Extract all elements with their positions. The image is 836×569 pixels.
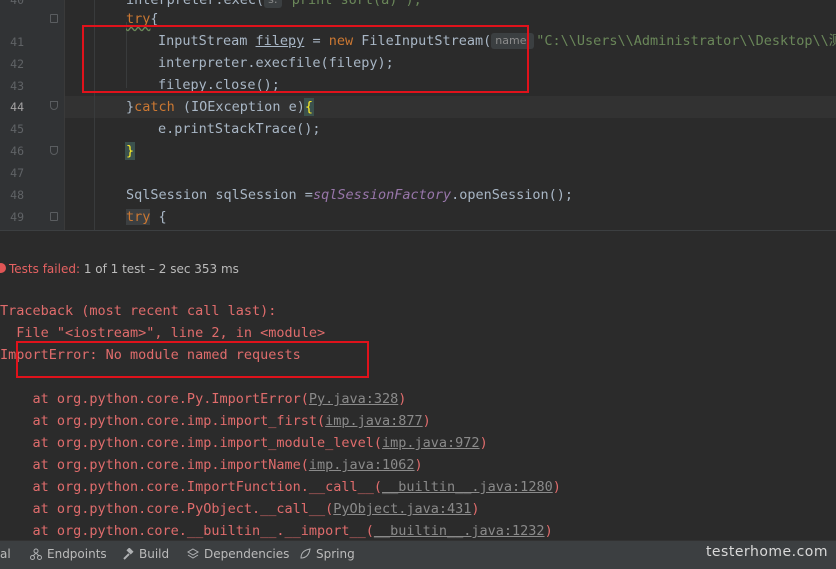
tool-window-bar: al Endpoints Build Dependencies Spring t… [0,540,836,569]
source-link[interactable]: Py.java:328 [309,391,398,407]
line-number: 48 [10,188,24,202]
fold-marker-icon[interactable] [50,146,58,155]
fold-marker-icon[interactable] [50,14,58,23]
line-number: 47 [10,166,24,180]
fold-marker-icon[interactable] [50,101,58,110]
source-link[interactable]: PyObject.java:431 [333,501,471,517]
test-status-bar: Tests failed: 1 of 1 test – 2 sec 353 ms [0,256,836,285]
line-number: 41 [10,35,24,49]
source-link[interactable]: imp.java:1062 [309,457,415,473]
code-editor[interactable]: 40 41 42 43 44 45 46 47 48 49 interprete… [0,0,836,230]
endpoints-icon [30,548,42,560]
line-number: 43 [10,79,24,93]
stack-frame: at org.python.core.Py.ImportError(Py.jav… [0,391,407,407]
line-number: 40 [10,0,24,7]
line-number: 45 [10,122,24,136]
fold-marker-icon[interactable] [50,212,58,221]
spring-leaf-icon [300,548,311,559]
source-link[interactable]: __builtin__.java:1280 [382,479,553,495]
code-line: }catch (IOException e){ [126,98,314,116]
stack-frame: at org.python.core.imp.import_module_lev… [0,435,488,451]
line-number: 42 [10,57,24,71]
code-line: try { [126,209,167,225]
tool-tab-build[interactable]: Build [122,547,169,561]
code-line: e.printStackTrace(); [158,121,321,137]
source-link[interactable]: imp.java:877 [325,413,423,429]
highlight-box-code [82,25,529,93]
console-line: Traceback (most recent call last): [0,303,277,319]
stack-frame: at org.python.core.imp.importName(imp.ja… [0,457,423,473]
run-panel-header [0,230,836,256]
highlight-box-error [16,341,369,378]
code-line: interpreter.exec(s:"print sort(a)"); [126,0,422,11]
source-link[interactable]: imp.java:972 [382,435,480,451]
error-status-icon [0,263,6,273]
editor-gutter: 40 41 42 43 44 45 46 47 48 49 [0,0,64,230]
stack-frame: at org.python.core.imp.import_first(imp.… [0,413,431,429]
hammer-icon [123,548,134,560]
stack-frame: at org.python.core.PyObject.__call__(PyO… [0,501,480,517]
watermark: testerhome.com [705,544,828,560]
code-line: } [124,142,136,160]
tool-tab-terminal[interactable]: al [0,547,11,561]
tool-tab-spring[interactable]: Spring [299,547,355,561]
line-number: 46 [10,144,24,158]
stack-frame: at org.python.core.__builtin__.__import_… [0,523,553,539]
stack-frame: at org.python.core.ImportFunction.__call… [0,479,561,495]
test-status-text: Tests failed: 1 of 1 test – 2 sec 353 ms [9,262,239,276]
line-number-active: 44 [10,100,24,114]
tool-tab-dependencies[interactable]: Dependencies [187,547,289,561]
tool-tab-endpoints[interactable]: Endpoints [30,547,107,561]
line-number: 49 [10,210,24,224]
layers-icon [187,548,199,559]
source-link[interactable]: __builtin__.java:1232 [374,523,545,539]
console-output[interactable]: Traceback (most recent call last): File … [0,284,836,540]
code-line: SqlSession sqlSession =sqlSessionFactory… [126,187,574,203]
